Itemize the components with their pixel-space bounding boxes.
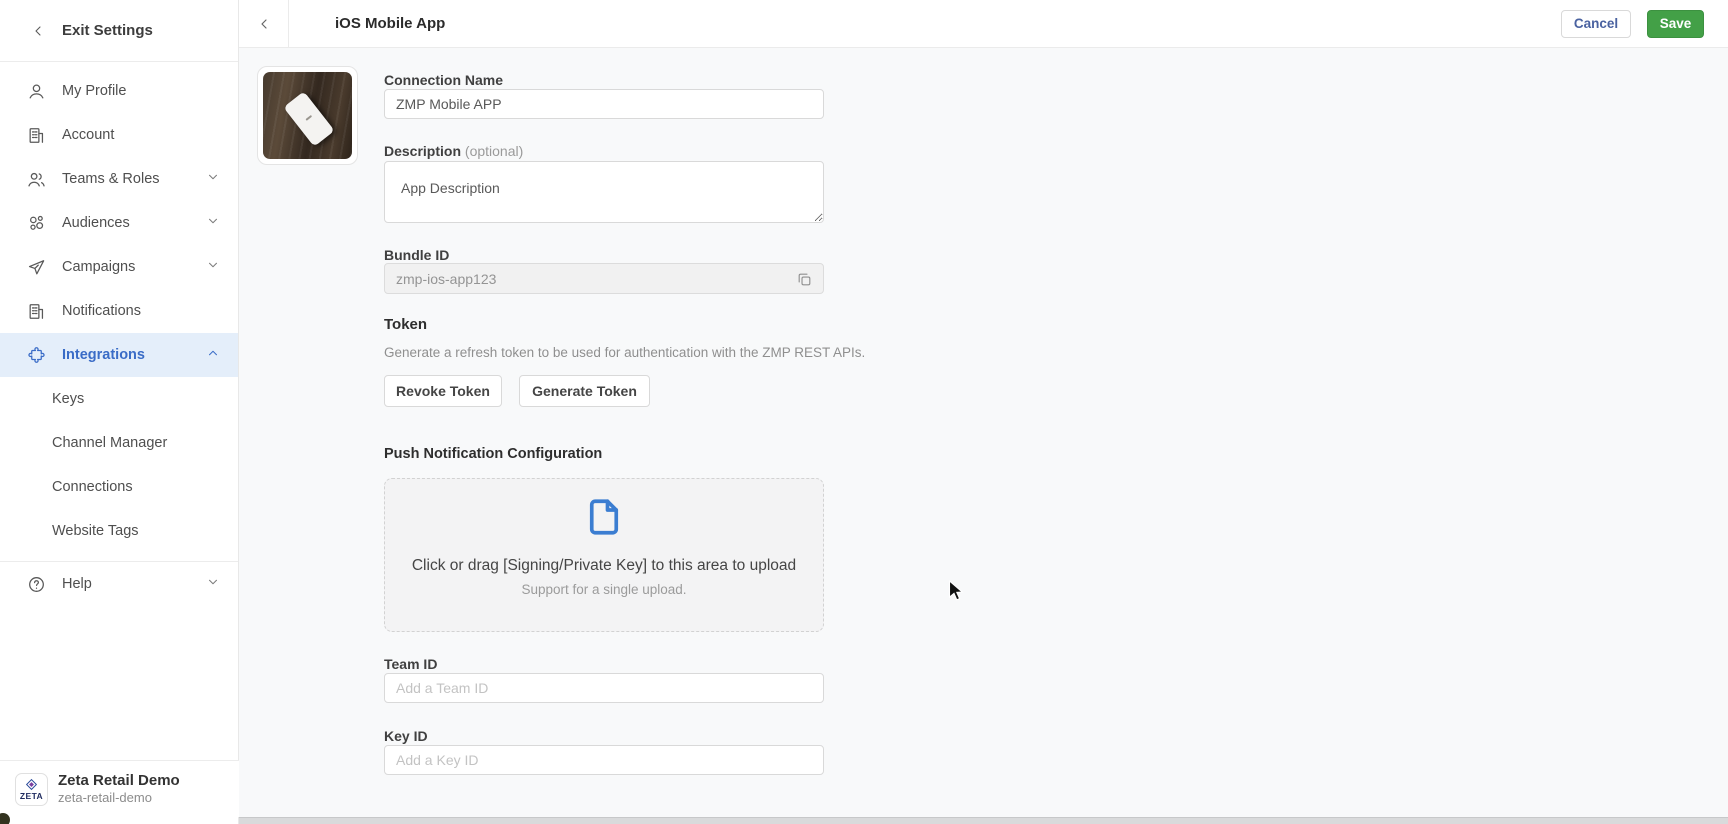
sidebar-item-label: Audiences xyxy=(62,215,190,231)
key-id-input[interactable] xyxy=(384,745,824,775)
page-title: iOS Mobile App xyxy=(335,15,445,32)
save-button[interactable]: Save xyxy=(1647,10,1704,38)
sidebar-subitem-label: Channel Manager xyxy=(52,435,167,451)
sidebar-item-integrations[interactable]: Integrations xyxy=(0,333,238,377)
token-heading: Token xyxy=(384,316,427,333)
phone-photo xyxy=(263,72,352,159)
connection-name-input[interactable] xyxy=(384,89,824,119)
zeta-diamond-icon xyxy=(25,778,38,791)
bottom-scrollbar-track[interactable] xyxy=(239,817,1728,824)
sidebar-item-label: My Profile xyxy=(62,83,220,99)
key-id-label: Key ID xyxy=(384,728,428,744)
sidebar-item-account[interactable]: Account xyxy=(0,113,238,157)
sidebar-item-label: Teams & Roles xyxy=(62,171,190,187)
bundle-id-input xyxy=(384,263,824,294)
bundle-id-label: Bundle ID xyxy=(384,247,449,263)
chevron-down-icon xyxy=(206,170,220,188)
description-label: Description (optional) xyxy=(384,143,523,159)
zeta-logo-text: ZETA xyxy=(20,792,43,801)
exit-settings-button[interactable]: Exit Settings xyxy=(0,0,238,62)
sidebar-item-teams-roles[interactable]: Teams & Roles xyxy=(0,157,238,201)
optional-hint: (optional) xyxy=(465,143,523,159)
help-icon xyxy=(26,574,46,594)
connection-name-label: Connection Name xyxy=(384,72,503,88)
sidebar-item-label: Integrations xyxy=(62,347,190,363)
sidebar-subitem-channel-manager[interactable]: Channel Manager xyxy=(0,421,238,465)
file-icon xyxy=(385,496,823,543)
workspace-slug: zeta-retail-demo xyxy=(58,790,180,806)
sidebar-item-my-profile[interactable]: My Profile xyxy=(0,69,238,113)
sidebar-subitem-label: Keys xyxy=(52,391,84,407)
sidebar-subitem-label: Connections xyxy=(52,479,133,495)
chevron-down-icon xyxy=(206,258,220,276)
back-button[interactable] xyxy=(239,0,289,48)
puzzle-icon xyxy=(26,345,46,365)
sidebar-subitem-keys[interactable]: Keys xyxy=(0,377,238,421)
upload-instruction: Click or drag [Signing/Private Key] to t… xyxy=(385,557,823,575)
copy-icon[interactable] xyxy=(794,269,814,289)
audience-icon xyxy=(26,213,46,233)
workspace-switcher[interactable]: ZETA Zeta Retail Demo zeta-retail-demo xyxy=(0,760,239,817)
sidebar-nav: My Profile Account Teams & Roles Audienc… xyxy=(0,62,238,606)
connection-form: Connection Name Description (optional) A… xyxy=(239,48,1728,824)
description-textarea[interactable]: App Description xyxy=(384,161,824,223)
send-icon xyxy=(26,257,46,277)
upload-hint: Support for a single upload. xyxy=(385,582,823,597)
sidebar-item-campaigns[interactable]: Campaigns xyxy=(0,245,238,289)
push-config-heading: Push Notification Configuration xyxy=(384,446,602,462)
chevron-down-icon xyxy=(206,214,220,232)
revoke-token-button[interactable]: Revoke Token xyxy=(384,375,502,407)
chevron-left-icon xyxy=(28,21,48,41)
workspace-name: Zeta Retail Demo xyxy=(58,772,180,791)
settings-sidebar: Exit Settings My Profile Account Teams &… xyxy=(0,0,239,824)
building-icon xyxy=(26,125,46,145)
chevron-down-icon xyxy=(206,575,220,593)
zeta-logo: ZETA xyxy=(15,773,48,806)
token-description: Generate a refresh token to be used for … xyxy=(384,345,865,360)
user-icon xyxy=(26,81,46,101)
sidebar-item-notifications[interactable]: Notifications xyxy=(0,289,238,333)
team-id-input[interactable] xyxy=(384,673,824,703)
sidebar-item-label: Account xyxy=(62,127,220,143)
sidebar-item-help[interactable]: Help xyxy=(0,562,238,606)
sidebar-subitem-website-tags[interactable]: Website Tags xyxy=(0,509,238,553)
sidebar-subitem-connections[interactable]: Connections xyxy=(0,465,238,509)
generate-token-button[interactable]: Generate Token xyxy=(519,375,650,407)
chevron-up-icon xyxy=(206,346,220,364)
chevron-left-icon xyxy=(256,16,272,32)
users-icon xyxy=(26,169,46,189)
building-icon xyxy=(26,301,46,321)
sidebar-item-label: Notifications xyxy=(62,303,220,319)
sidebar-item-audiences[interactable]: Audiences xyxy=(0,201,238,245)
phone-illustration xyxy=(283,91,334,146)
upload-dropzone[interactable]: Click or drag [Signing/Private Key] to t… xyxy=(384,478,824,632)
exit-settings-label: Exit Settings xyxy=(62,22,153,39)
connection-thumbnail xyxy=(257,66,358,165)
sidebar-item-label: Campaigns xyxy=(62,259,190,275)
page-header: iOS Mobile App Cancel Save xyxy=(239,0,1728,48)
sidebar-item-label: Help xyxy=(62,576,190,592)
team-id-label: Team ID xyxy=(384,656,437,672)
cancel-button[interactable]: Cancel xyxy=(1561,10,1631,38)
sidebar-subitem-label: Website Tags xyxy=(52,523,139,539)
